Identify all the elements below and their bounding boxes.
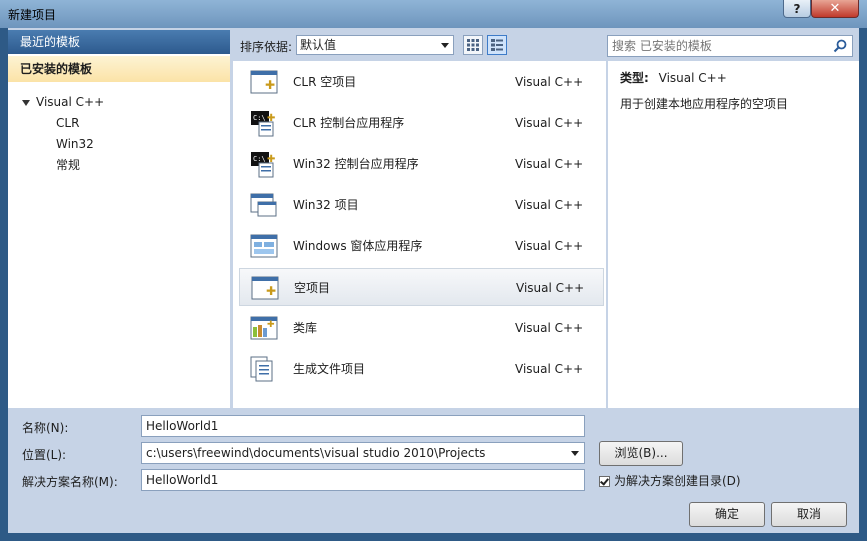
empty-project-icon: ✚: [251, 276, 279, 300]
template-language: Visual C++: [515, 157, 584, 171]
template-name: 生成文件项目: [293, 362, 366, 376]
search-icon[interactable]: [832, 38, 848, 54]
type-label: 类型:: [620, 71, 649, 85]
tree-item-visual-cpp[interactable]: Visual C++: [22, 92, 104, 112]
template-description: 用于创建本地应用程序的空项目: [620, 97, 789, 111]
name-input[interactable]: HelloWorld1: [141, 415, 585, 437]
location-combobox[interactable]: c:\users\freewind\documents\visual studi…: [141, 442, 585, 464]
sort-label: 排序依据:: [240, 40, 293, 54]
template-details-panel: 类型: Visual C++ 用于创建本地应用程序的空项目: [608, 61, 859, 408]
forms-app-icon: [250, 234, 278, 258]
template-search-box[interactable]: [607, 35, 853, 57]
template-name: 空项目: [294, 281, 331, 295]
solution-name-label: 解决方案名称(M):: [22, 475, 118, 489]
solution-name-input[interactable]: HelloWorld1: [141, 469, 585, 491]
cancel-button[interactable]: 取消: [771, 502, 847, 527]
template-item[interactable]: 生成文件项目 Visual C++: [239, 350, 604, 388]
template-language: Visual C++: [515, 362, 584, 376]
ok-button[interactable]: 确定: [689, 502, 765, 527]
name-label: 名称(N):: [22, 421, 69, 435]
sort-dropdown[interactable]: 默认值: [296, 35, 454, 55]
svg-text:C:\: C:\: [253, 155, 266, 163]
window-title: 新建项目: [8, 8, 57, 22]
template-item[interactable]: ✚ 空项目 Visual C++: [239, 268, 604, 306]
svg-text:C:\: C:\: [253, 114, 266, 122]
chevron-down-icon: [441, 43, 449, 48]
template-list: ✚ CLR 空项目 Visual C++ C:\ ✚ CLR 控制台应用程序 Vi…: [233, 61, 606, 408]
new-project-dialog: 新建项目 ? ✕ 最近的模板 已安装的模板 Visual C++ CLR Win…: [0, 0, 867, 541]
close-button[interactable]: ✕: [811, 0, 859, 18]
console-app-icon: C:\ ✚: [251, 152, 275, 178]
template-name: CLR 控制台应用程序: [293, 116, 405, 130]
template-language: Visual C++: [515, 198, 584, 212]
template-item[interactable]: Win32 项目 Visual C++: [239, 186, 604, 224]
chevron-down-icon[interactable]: [571, 451, 579, 456]
svg-text:✚: ✚: [267, 154, 275, 165]
create-directory-checkbox[interactable]: [599, 476, 610, 487]
title-bar[interactable]: 新建项目 ? ✕: [0, 0, 867, 28]
small-icons-view-button[interactable]: [463, 35, 483, 55]
location-value: c:\users\freewind\documents\visual studi…: [146, 446, 486, 460]
makefile-project-icon: [250, 356, 273, 382]
tree-item-clr[interactable]: CLR: [56, 113, 79, 133]
template-name: 类库: [293, 321, 318, 335]
recent-templates-header[interactable]: 最近的模板: [8, 30, 230, 54]
template-language: Visual C++: [515, 239, 584, 253]
template-item[interactable]: C:\ ✚ Win32 控制台应用程序 Visual C++: [239, 145, 604, 183]
help-button[interactable]: ?: [783, 0, 811, 18]
grid-view-icon: [467, 39, 479, 51]
type-value: Visual C++: [658, 71, 727, 85]
template-name: Win32 项目: [293, 198, 359, 212]
template-name: Win32 控制台应用程序: [293, 157, 419, 171]
console-app-icon: C:\ ✚: [251, 111, 275, 137]
template-item[interactable]: Windows 窗体应用程序 Visual C++: [239, 227, 604, 265]
template-language: Visual C++: [516, 281, 585, 295]
browse-button[interactable]: 浏览(B)...: [599, 441, 683, 466]
medium-icons-view-button[interactable]: [487, 35, 507, 55]
list-view-icon: [491, 39, 503, 51]
create-directory-option[interactable]: 为解决方案创建目录(D): [599, 473, 741, 489]
template-name: CLR 空项目: [293, 75, 357, 89]
tree-item-general[interactable]: 常规: [56, 155, 80, 175]
installed-templates-header[interactable]: 已安装的模板: [8, 56, 230, 82]
template-language: Visual C++: [515, 116, 584, 130]
template-item[interactable]: ✚ CLR 空项目 Visual C++: [239, 63, 604, 101]
template-item[interactable]: C:\ ✚ CLR 控制台应用程序 Visual C++: [239, 104, 604, 142]
svg-text:✚: ✚: [266, 284, 276, 298]
class-library-icon: ✚: [250, 316, 278, 340]
tree-item-win32[interactable]: Win32: [56, 134, 94, 154]
create-directory-label: 为解决方案创建目录(D): [614, 474, 741, 488]
template-type-row: 类型: Visual C++: [620, 69, 727, 86]
tree-item-label: Visual C++: [36, 95, 105, 109]
win32-project-icon: [250, 193, 277, 217]
svg-text:✚: ✚: [267, 113, 275, 124]
svg-text:✚: ✚: [267, 320, 275, 330]
template-item[interactable]: ✚ 类库 Visual C++: [239, 309, 604, 347]
tree-expand-icon[interactable]: [22, 99, 30, 106]
svg-text:✚: ✚: [265, 78, 275, 92]
empty-project-icon: ✚: [250, 70, 278, 94]
location-label: 位置(L):: [22, 448, 67, 462]
dialog-body: 最近的模板 已安装的模板 Visual C++ CLR Win32 常规 排序依…: [8, 28, 859, 533]
template-name: Windows 窗体应用程序: [293, 239, 423, 253]
template-categories-panel: 最近的模板 已安装的模板 Visual C++ CLR Win32 常规: [8, 30, 230, 408]
template-language: Visual C++: [515, 75, 584, 89]
template-language: Visual C++: [515, 321, 584, 335]
search-input[interactable]: [612, 38, 822, 54]
sort-value: 默认值: [300, 38, 337, 52]
